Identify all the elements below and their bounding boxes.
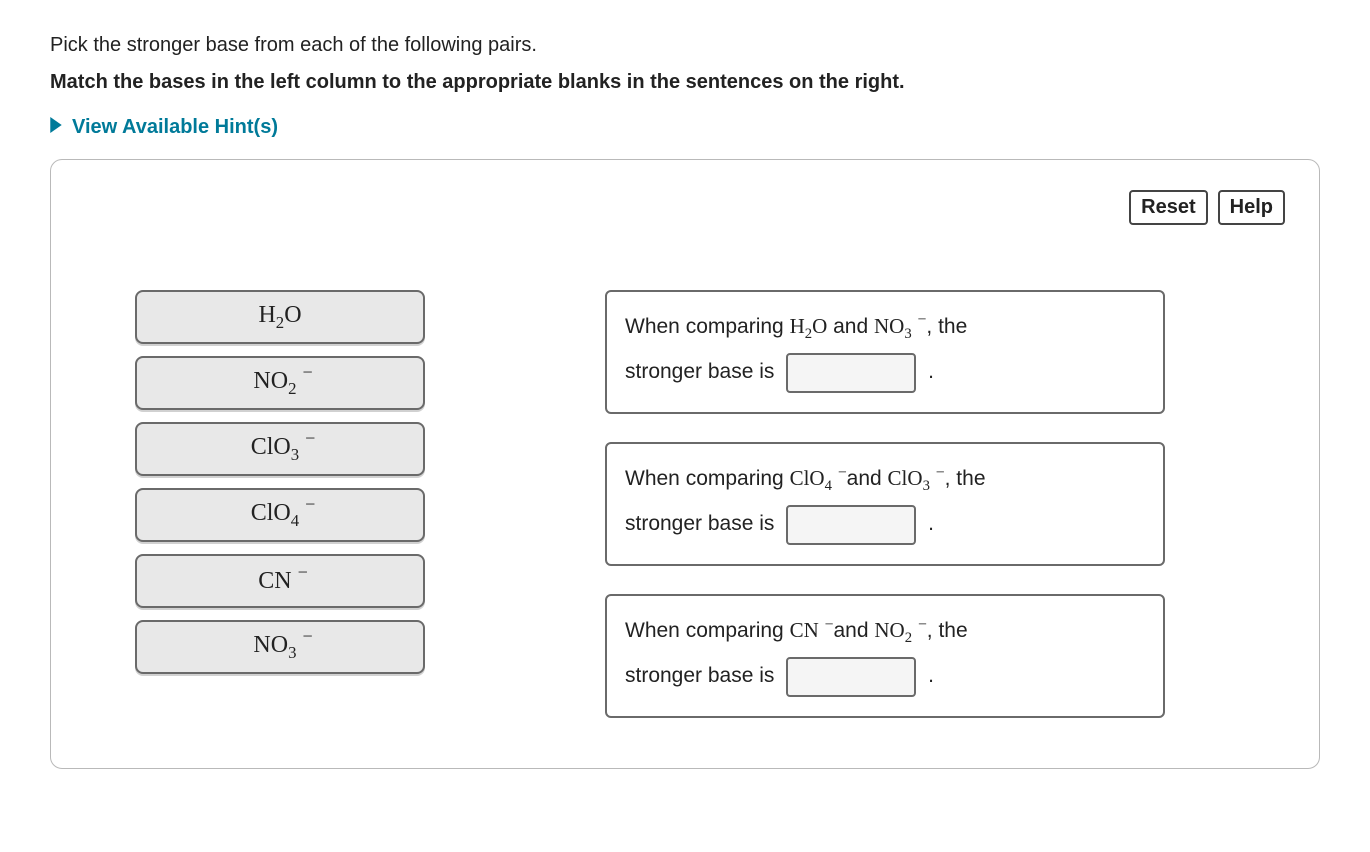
sentence-text: stronger base is xyxy=(625,360,780,383)
sentence-text: stronger base is xyxy=(625,664,780,687)
tile-cn-minus[interactable]: CN xyxy=(135,554,425,608)
draggable-tile-column: H2O NO2 ClO3 ClO4 CN NO3 xyxy=(135,290,425,674)
sentence-text: and xyxy=(827,315,874,338)
sentence-column: When comparing H2O and NO3 , the stronge… xyxy=(605,290,1285,718)
view-hints-label: View Available Hint(s) xyxy=(72,116,278,139)
sentence-text: and xyxy=(828,619,875,642)
chem-formula: NO3 xyxy=(874,314,921,338)
caret-right-icon xyxy=(50,116,62,139)
tile-no3-minus[interactable]: NO3 xyxy=(135,620,425,674)
sentence-text: When comparing xyxy=(625,315,790,338)
sentence-text: . xyxy=(922,360,934,383)
sentence-box-1: When comparing H2O and NO3 , the stronge… xyxy=(605,290,1165,414)
drop-slot-1[interactable] xyxy=(786,353,916,393)
tile-h2o[interactable]: H2O xyxy=(135,290,425,344)
drop-slot-2[interactable] xyxy=(786,505,916,545)
sentence-text: , the xyxy=(921,315,968,338)
sentence-box-2: When comparing ClO4 and ClO3 , the stron… xyxy=(605,442,1165,566)
instruction-line-1: Pick the stronger base from each of the … xyxy=(50,34,1320,57)
sentence-box-3: When comparing CN and NO2 , the stronger… xyxy=(605,594,1165,718)
chem-formula: ClO3 xyxy=(888,466,939,490)
chem-formula: H2O xyxy=(790,314,828,338)
instruction-line-2: Match the bases in the left column to th… xyxy=(50,71,1320,94)
sentence-text: and xyxy=(841,467,888,490)
tile-clo3-minus[interactable]: ClO3 xyxy=(135,422,425,476)
sentence-text: , the xyxy=(921,619,968,642)
sentence-text: When comparing xyxy=(625,467,790,490)
sentence-text: . xyxy=(922,512,934,535)
exercise-panel: Reset Help H2O NO2 ClO3 ClO4 CN NO3 When… xyxy=(50,159,1320,769)
sentence-text: . xyxy=(922,664,934,687)
tile-no2-minus[interactable]: NO2 xyxy=(135,356,425,410)
help-button[interactable]: Help xyxy=(1218,190,1285,225)
sentence-text: , the xyxy=(939,467,986,490)
view-hints-toggle[interactable]: View Available Hint(s) xyxy=(50,116,278,139)
chem-formula: NO2 xyxy=(874,618,921,642)
sentence-text: stronger base is xyxy=(625,512,780,535)
tile-clo4-minus[interactable]: ClO4 xyxy=(135,488,425,542)
sentence-text: When comparing xyxy=(625,619,790,642)
chem-formula: CN xyxy=(790,618,828,642)
drop-slot-3[interactable] xyxy=(786,657,916,697)
chem-formula: ClO4 xyxy=(790,466,841,490)
reset-button[interactable]: Reset xyxy=(1129,190,1207,225)
